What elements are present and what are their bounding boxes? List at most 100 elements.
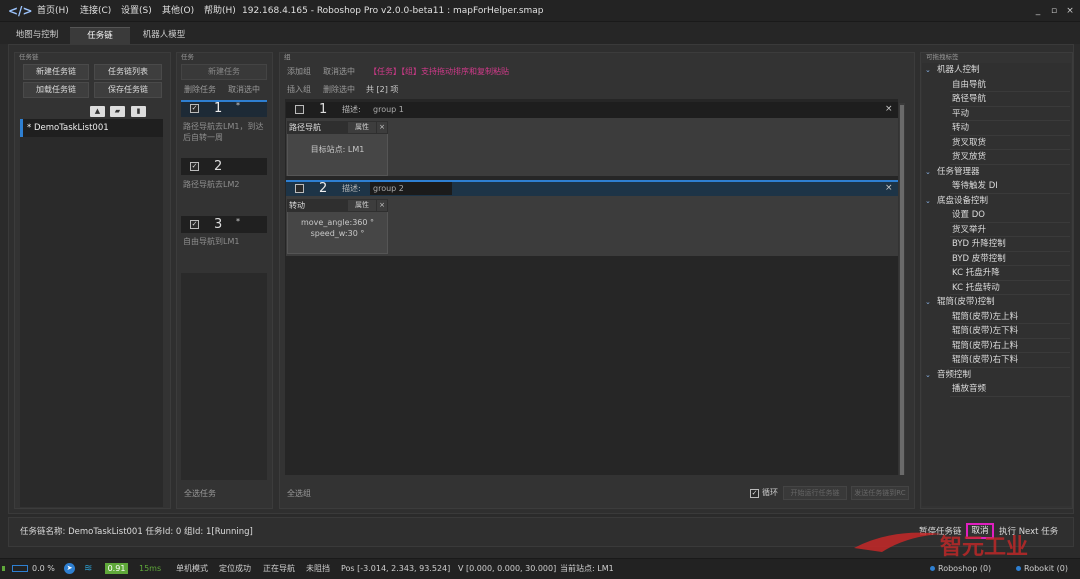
- drag-item-fork-unload[interactable]: 货叉放货: [950, 150, 1070, 165]
- task-2-checkbox[interactable]: ✓: [190, 162, 199, 171]
- group-1-desc-input[interactable]: group 1: [370, 102, 450, 118]
- group-1-param: 目标站点: LM1: [310, 145, 365, 154]
- loop-checkbox[interactable]: ✓: [750, 489, 759, 498]
- current-station: 当前站点: LM1: [560, 564, 614, 573]
- category-label: 任务管理器: [937, 166, 980, 177]
- watermark-logo: 智元工业: [854, 532, 1028, 560]
- robokit-count: Robokit (0): [1024, 564, 1068, 573]
- new-taskchain-button[interactable]: 新建任务链: [23, 64, 89, 80]
- category-chassis-device[interactable]: ⌄ 底盘设备控制: [925, 194, 1070, 209]
- task-3-number: 3: [214, 217, 223, 232]
- task-1-modified-mark: *: [236, 101, 240, 110]
- category-roller-control[interactable]: ⌄ 辊筒(皮带)控制: [925, 295, 1070, 310]
- category-task-manager[interactable]: ⌄ 任务管理器: [925, 165, 1070, 180]
- drag-item-roller-left-unload[interactable]: 辊筒(皮带)左下料: [950, 324, 1070, 339]
- drag-hint-text: 【任务】【组】支持拖动排序和复制粘贴: [369, 67, 509, 76]
- locate-status: 定位成功: [219, 564, 251, 573]
- task-1-desc: 路径导航去LM1，到达后自转一周: [183, 122, 264, 142]
- drag-item-kc-rotate[interactable]: KC 托盘转动: [950, 281, 1070, 295]
- add-group-button[interactable]: 添加组: [287, 66, 311, 78]
- drag-item-byd-belt[interactable]: BYD 皮带控制: [950, 252, 1070, 266]
- category-label: 音频控制: [937, 369, 972, 380]
- group-2-action-close-icon[interactable]: ×: [377, 200, 387, 211]
- group-1-action-close-icon[interactable]: ×: [377, 122, 387, 133]
- drag-item-roller-right-unload[interactable]: 辊筒(皮带)右下料: [950, 353, 1070, 368]
- group-2-property-button[interactable]: 属性: [348, 200, 376, 211]
- maximize-button[interactable]: ▫: [1046, 0, 1062, 22]
- group-2-close-icon[interactable]: ×: [885, 181, 893, 195]
- load-taskchain-button[interactable]: 加载任务链: [23, 82, 89, 98]
- drag-item-translate[interactable]: 平动: [950, 107, 1070, 121]
- task-panel-title: 任务: [181, 53, 194, 61]
- tab-task-chain[interactable]: 任务链: [70, 27, 130, 44]
- menu-home[interactable]: 首页(H): [37, 0, 69, 22]
- roboshop-count: Roboshop (0): [938, 564, 992, 573]
- drag-item-set-do[interactable]: 设置 DO: [950, 208, 1070, 223]
- insert-group-button[interactable]: 插入组: [287, 84, 311, 96]
- start-taskchain-button[interactable]: 开始运行任务链: [783, 486, 847, 500]
- menu-other[interactable]: 其他(O): [162, 0, 194, 22]
- category-audio-control[interactable]: ⌄ 音频控制: [925, 368, 1070, 383]
- category-label: 机器人控制: [937, 65, 980, 75]
- save-taskchain-button[interactable]: 保存任务链: [94, 82, 162, 98]
- velocity-readout: V [0.000, 0.000, 30.000]: [458, 564, 557, 573]
- menu-help[interactable]: 帮助(H): [204, 0, 236, 22]
- drag-item-fork-load[interactable]: 货叉取货: [950, 136, 1070, 150]
- robokit-status-icon: [1016, 566, 1021, 571]
- watermark-text: 智元工业: [940, 534, 1028, 560]
- battery-indicator-icon: [2, 566, 5, 571]
- lock-icon[interactable]: ▲: [90, 106, 105, 117]
- group-1-close-icon[interactable]: ×: [885, 102, 893, 116]
- delete-task-button[interactable]: 删除任务: [184, 84, 216, 96]
- task-3-checkbox[interactable]: ✓: [190, 220, 199, 229]
- tab-map-control[interactable]: 地图与控制: [8, 27, 66, 44]
- wifi-icon: ≋: [84, 563, 93, 574]
- drag-item-wait-di[interactable]: 等待触发 DI: [950, 179, 1070, 194]
- drag-item-fork-lift[interactable]: 货叉举升: [950, 223, 1070, 237]
- drag-tree-list: ⌄ 机器人控制 自由导航 路径导航 平动 转动 货叉取货 货叉放货 ⌄ 任务管理器 …: [925, 63, 1070, 397]
- drag-item-byd-lift[interactable]: BYD 升降控制: [950, 237, 1070, 252]
- menu-settings[interactable]: 设置(S): [121, 0, 152, 22]
- drag-item-roller-right-load[interactable]: 辊筒(皮带)右上料: [950, 339, 1070, 353]
- group-2-action-name: 转动: [289, 201, 305, 210]
- expand-icon: ⌄: [925, 370, 931, 379]
- drag-item-free-nav[interactable]: 自由导航: [950, 78, 1070, 92]
- group-1-property-button[interactable]: 属性: [348, 122, 376, 133]
- drag-item-roller-left-load[interactable]: 辊筒(皮带)左上料: [950, 310, 1070, 324]
- folder-icon[interactable]: ▰: [110, 106, 125, 117]
- group-1-checkbox[interactable]: [295, 105, 304, 114]
- new-task-button[interactable]: 新建任务: [181, 64, 267, 80]
- cancel-select-group-button[interactable]: 取消选中: [323, 66, 355, 78]
- drag-item-kc-lift[interactable]: KC 托盘升降: [950, 266, 1070, 281]
- delete-selected-button[interactable]: 删除选中: [323, 84, 355, 96]
- drag-item-rotate[interactable]: 转动: [950, 121, 1070, 136]
- group-2-desc-input[interactable]: group 2: [370, 182, 452, 195]
- group-scrollbar-thumb[interactable]: [900, 105, 904, 475]
- voltage-badge: 0.91: [105, 563, 128, 574]
- close-button[interactable]: ×: [1062, 0, 1078, 22]
- group-2-checkbox[interactable]: [295, 184, 304, 193]
- mode-status: 单机模式: [176, 564, 208, 573]
- select-all-tasks-button[interactable]: 全选任务: [184, 488, 216, 500]
- group-2-desc-label: 描述:: [342, 184, 361, 193]
- group-1-number: 1: [319, 102, 328, 117]
- drag-item-path-nav[interactable]: 路径导航: [950, 92, 1070, 107]
- block-status: 未阻挡: [306, 564, 330, 573]
- group-2-number: 2: [319, 181, 328, 196]
- task-2-number: 2: [214, 159, 223, 174]
- cancel-select-task-button[interactable]: 取消选中: [228, 84, 260, 96]
- tab-robot-model[interactable]: 机器人模型: [134, 27, 194, 44]
- taskchain-list-button[interactable]: 任务链列表: [94, 64, 162, 80]
- category-robot-control[interactable]: ⌄ 机器人控制: [925, 63, 1070, 78]
- task-3-modified-mark: *: [236, 217, 240, 226]
- latency-value: 15ms: [139, 564, 162, 573]
- group-1-desc-label: 描述:: [342, 105, 361, 114]
- select-all-groups-button[interactable]: 全选组: [287, 488, 311, 500]
- expand-icon: ⌄: [925, 66, 931, 74]
- drag-item-play-audio[interactable]: 播放音频: [950, 382, 1070, 397]
- menu-connect[interactable]: 连接(C): [80, 0, 111, 22]
- trash-icon[interactable]: ▮: [131, 106, 146, 117]
- task-1-checkbox[interactable]: ✓: [190, 104, 199, 113]
- send-taskchain-button[interactable]: 发送任务链到RC: [851, 486, 909, 500]
- minimize-button[interactable]: _: [1030, 0, 1046, 22]
